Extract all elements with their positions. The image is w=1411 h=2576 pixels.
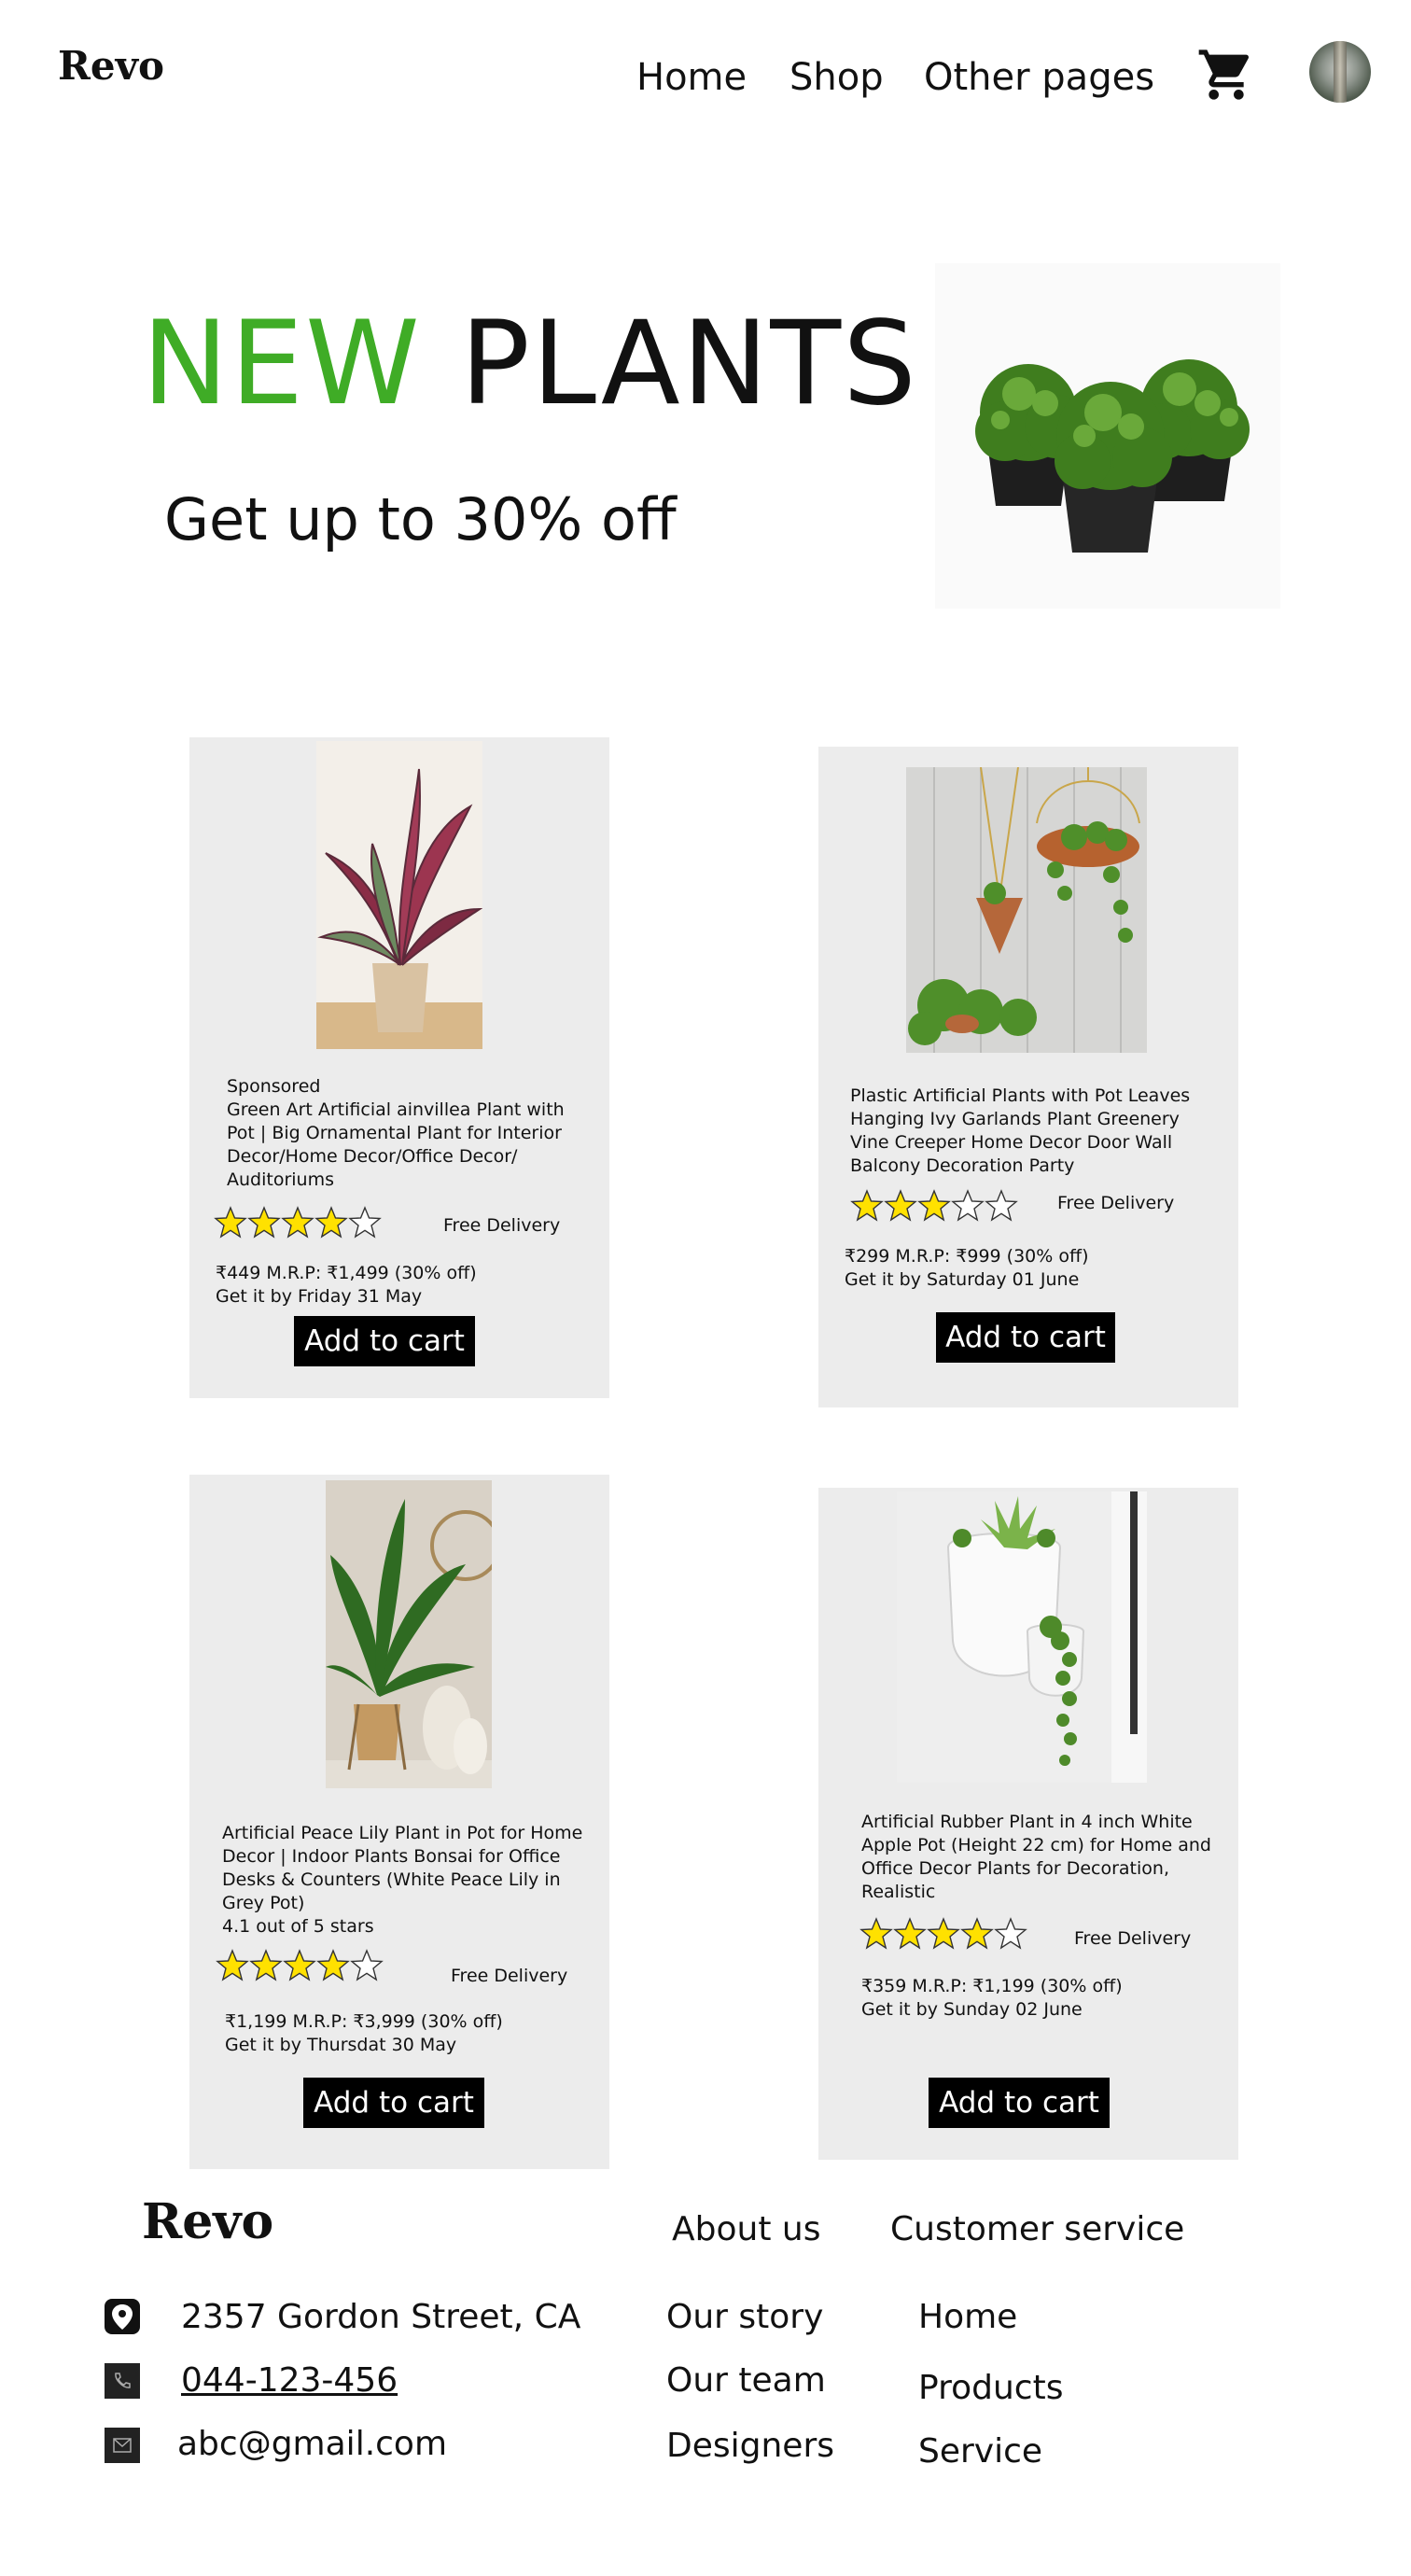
product-image[interactable] (326, 1480, 492, 1788)
footer-link-our-story[interactable]: Our story (666, 2298, 823, 2336)
footer-link-designers[interactable]: Designers (666, 2427, 834, 2465)
product-title[interactable]: Green Art Artificial ainvillea Plant wit… (227, 1099, 591, 1192)
product-price: ₹359 M.R.P: ₹1,199 (30% off) (861, 1976, 1123, 1996)
star-filled-icon (249, 1949, 283, 1981)
star-filled-icon (247, 1206, 281, 1239)
star-empty-icon (951, 1189, 985, 1222)
delivery-date: Get it by Friday 31 May (216, 1286, 423, 1307)
rating-stars (850, 1189, 1018, 1223)
product-price: ₹449 M.R.P: ₹1,499 (30% off) (216, 1263, 477, 1283)
rating-stars (216, 1949, 384, 1982)
star-filled-icon (850, 1189, 884, 1222)
location-pin-icon (105, 2299, 140, 2334)
star-empty-icon (994, 1917, 1027, 1950)
product-title[interactable]: Artificial Peace Lily Plant in Pot for H… (222, 1822, 595, 1915)
avatar[interactable] (1309, 41, 1371, 103)
footer-address: 2357 Gordon Street, CA (181, 2298, 581, 2336)
product-card: Plastic Artificial Plants with Pot Leave… (818, 747, 1238, 1407)
star-filled-icon (884, 1189, 917, 1222)
cart-icon[interactable] (1196, 45, 1256, 105)
phone-icon (105, 2363, 140, 2399)
product-price: ₹299 M.R.P: ₹999 (30% off) (845, 1246, 1089, 1267)
hero-plants-image (935, 263, 1280, 609)
rating-text: 4.1 out of 5 stars (222, 1916, 374, 1937)
rating-stars (859, 1917, 1027, 1951)
delivery-label: Free Delivery (1057, 1193, 1175, 1213)
rating-stars (214, 1206, 382, 1239)
star-filled-icon (281, 1206, 314, 1239)
add-to-cart-button[interactable]: Add to cart (936, 1312, 1115, 1363)
delivery-date: Get it by Saturday 01 June (845, 1269, 1080, 1290)
footer-link-our-team[interactable]: Our team (666, 2361, 826, 2400)
product-card: Artificial Rubber Plant in 4 inch White … (818, 1488, 1238, 2160)
footer-brand-logo[interactable]: Revo (142, 2193, 273, 2250)
star-empty-icon (348, 1206, 382, 1239)
star-empty-icon (985, 1189, 1018, 1222)
star-filled-icon (214, 1206, 247, 1239)
mail-icon (105, 2428, 140, 2463)
footer-service-heading: Customer service (890, 2210, 1185, 2248)
star-filled-icon (859, 1917, 893, 1950)
product-price: ₹1,199 M.R.P: ₹3,999 (30% off) (225, 2011, 503, 2032)
star-filled-icon (316, 1949, 350, 1981)
footer-email[interactable]: abc@gmail.com (177, 2425, 447, 2463)
sponsored-label: Sponsored (227, 1076, 321, 1097)
delivery-date: Get it by Sunday 02 June (861, 1999, 1083, 2020)
star-filled-icon (216, 1949, 249, 1981)
footer-link-products[interactable]: Products (918, 2369, 1063, 2407)
hero-title-main: PLANTS (460, 297, 918, 431)
delivery-date: Get it by Thursdat 30 May (225, 2035, 457, 2055)
hero-subtitle: Get up to 30% off (164, 485, 677, 553)
product-title[interactable]: Artificial Rubber Plant in 4 inch White … (861, 1811, 1216, 1904)
add-to-cart-button[interactable]: Add to cart (303, 2078, 484, 2128)
hero-title-accent: NEW (142, 297, 422, 431)
star-filled-icon (314, 1206, 348, 1239)
star-filled-icon (927, 1917, 960, 1950)
product-image[interactable] (906, 767, 1147, 1053)
delivery-label: Free Delivery (451, 1966, 568, 1986)
product-image[interactable] (897, 1491, 1147, 1783)
product-title[interactable]: Plastic Artificial Plants with Pot Leave… (850, 1085, 1223, 1178)
delivery-label: Free Delivery (443, 1215, 561, 1236)
product-image[interactable] (316, 741, 482, 1049)
nav-other-pages[interactable]: Other pages (924, 56, 1154, 99)
nav-shop[interactable]: Shop (789, 56, 884, 99)
add-to-cart-button[interactable]: Add to cart (929, 2078, 1110, 2128)
footer-about-heading: About us (672, 2210, 821, 2248)
star-empty-icon (350, 1949, 384, 1981)
star-filled-icon (893, 1917, 927, 1950)
delivery-label: Free Delivery (1074, 1928, 1192, 1949)
product-card: Sponsored Green Art Artificial ainvillea… (189, 737, 609, 1398)
nav-home[interactable]: Home (636, 56, 747, 99)
footer-link-home[interactable]: Home (918, 2298, 1017, 2336)
product-card: Artificial Peace Lily Plant in Pot for H… (189, 1475, 609, 2169)
star-filled-icon (960, 1917, 994, 1950)
brand-logo[interactable]: Revo (58, 43, 164, 89)
add-to-cart-button[interactable]: Add to cart (294, 1316, 475, 1366)
footer-link-service[interactable]: Service (918, 2432, 1042, 2471)
star-filled-icon (917, 1189, 951, 1222)
star-filled-icon (283, 1949, 316, 1981)
footer-phone[interactable]: 044-123-456 (181, 2361, 398, 2400)
hero-title: NEW PLANTS (142, 299, 918, 429)
